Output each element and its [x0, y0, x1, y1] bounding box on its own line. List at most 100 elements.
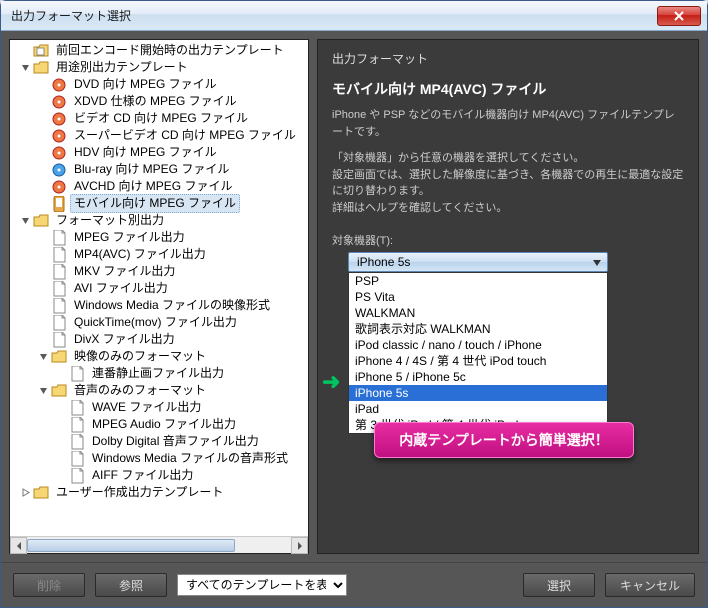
- twisty-placeholder: [38, 300, 49, 311]
- combo-option[interactable]: WALKMAN: [349, 305, 607, 321]
- tree-item[interactable]: Windows Media ファイルの映像形式: [10, 297, 308, 314]
- tree-item-label: QuickTime(mov) ファイル出力: [74, 315, 237, 329]
- tree-item[interactable]: 音声のみのフォーマット: [10, 382, 308, 399]
- tree-item-label: Blu-ray 向け MPEG ファイル: [74, 162, 229, 176]
- tree-item-label: スーパービデオ CD 向け MPEG ファイル: [74, 128, 296, 142]
- window-title: 出力フォーマット選択: [11, 7, 657, 24]
- template-tree[interactable]: 前回エンコード開始時の出力テンプレート用途別出力テンプレート DVD 向け MPE…: [10, 40, 308, 536]
- twisty-placeholder: [38, 181, 49, 192]
- tree-item-label: ビデオ CD 向け MPEG ファイル: [74, 111, 248, 125]
- file-icon: [51, 230, 67, 246]
- tree-item-label: AVI ファイル出力: [74, 281, 168, 295]
- target-device-combo[interactable]: iPhone 5s: [348, 252, 608, 272]
- tree-item[interactable]: ユーザー作成出力テンプレート: [10, 484, 308, 501]
- disc-red-icon: [51, 145, 67, 161]
- tree-item[interactable]: DivX ファイル出力: [10, 331, 308, 348]
- tree-item[interactable]: QuickTime(mov) ファイル出力: [10, 314, 308, 331]
- tree-item[interactable]: 映像のみのフォーマット: [10, 348, 308, 365]
- delete-button[interactable]: 削除: [13, 573, 85, 597]
- combo-option[interactable]: iPhone 5 / iPhone 5c: [349, 369, 607, 385]
- twisty-placeholder: [38, 96, 49, 107]
- twisty-placeholder: [20, 45, 31, 56]
- tree-item[interactable]: DVD 向け MPEG ファイル: [10, 76, 308, 93]
- tree-item[interactable]: Blu-ray 向け MPEG ファイル: [10, 161, 308, 178]
- twisty-toggle-icon[interactable]: [20, 215, 31, 226]
- folder-icon: [33, 213, 49, 229]
- twisty-toggle-icon[interactable]: [20, 62, 31, 73]
- combo-option[interactable]: iPhone 5s: [349, 385, 607, 401]
- combo-option[interactable]: iPad: [349, 401, 607, 417]
- combo-option[interactable]: iPod classic / nano / touch / iPhone: [349, 337, 607, 353]
- close-button[interactable]: [657, 6, 701, 26]
- tree-item[interactable]: MPEG Audio ファイル出力: [10, 416, 308, 433]
- horizontal-scrollbar[interactable]: [10, 536, 308, 553]
- tree-item-label: 連番静止画ファイル出力: [92, 366, 224, 380]
- scroll-thumb[interactable]: [27, 539, 235, 552]
- tree-item[interactable]: フォーマット別出力: [10, 212, 308, 229]
- twisty-placeholder: [56, 368, 67, 379]
- tree-item-label: MKV ファイル出力: [74, 264, 175, 278]
- combo-option[interactable]: PS Vita: [349, 289, 607, 305]
- tree-item[interactable]: 用途別出力テンプレート: [10, 59, 308, 76]
- twisty-placeholder: [56, 470, 67, 481]
- template-tree-panel: 前回エンコード開始時の出力テンプレート用途別出力テンプレート DVD 向け MPE…: [9, 39, 309, 554]
- twisty-placeholder: [56, 419, 67, 430]
- tree-item[interactable]: WAVE ファイル出力: [10, 399, 308, 416]
- promo-banner: 内蔵テンプレートから簡単選択！: [374, 422, 634, 458]
- tree-item[interactable]: ビデオ CD 向け MPEG ファイル: [10, 110, 308, 127]
- twisty-toggle-icon[interactable]: [20, 487, 31, 498]
- tree-item[interactable]: 前回エンコード開始時の出力テンプレート: [10, 42, 308, 59]
- twisty-placeholder: [38, 232, 49, 243]
- file-icon: [69, 434, 85, 450]
- cancel-button[interactable]: キャンセル: [605, 573, 695, 597]
- tree-item[interactable]: MP4(AVC) ファイル出力: [10, 246, 308, 263]
- select-button[interactable]: 選択: [523, 573, 595, 597]
- tree-item-label: Windows Media ファイルの映像形式: [74, 298, 270, 312]
- tree-item-label: HDV 向け MPEG ファイル: [74, 145, 217, 159]
- tree-item[interactable]: XDVD 仕様の MPEG ファイル: [10, 93, 308, 110]
- file-icon: [69, 400, 85, 416]
- twisty-placeholder: [38, 147, 49, 158]
- tree-item-label: 前回エンコード開始時の出力テンプレート: [56, 43, 284, 57]
- dialog-window: 出力フォーマット選択 前回エンコード開始時の出力テンプレート用途別出力テンプレー…: [0, 0, 708, 608]
- folder-icon: [51, 349, 67, 365]
- combo-option[interactable]: 歌詞表示対応 WALKMAN: [349, 321, 607, 337]
- twisty-toggle-icon[interactable]: [38, 351, 49, 362]
- twisty-placeholder: [38, 164, 49, 175]
- section-heading: 出力フォーマット: [332, 50, 684, 67]
- template-filter-select[interactable]: すべてのテンプレートを表示: [177, 574, 347, 596]
- target-device-label: 対象機器(T):: [332, 232, 684, 248]
- tree-item[interactable]: MPEG ファイル出力: [10, 229, 308, 246]
- twisty-placeholder: [38, 249, 49, 260]
- tree-item[interactable]: Dolby Digital 音声ファイル出力: [10, 433, 308, 450]
- tree-item[interactable]: スーパービデオ CD 向け MPEG ファイル: [10, 127, 308, 144]
- tree-item[interactable]: AIFF ファイル出力: [10, 467, 308, 484]
- combo-option[interactable]: PSP: [349, 273, 607, 289]
- twisty-toggle-icon[interactable]: [38, 385, 49, 396]
- tree-item[interactable]: 連番静止画ファイル出力: [10, 365, 308, 382]
- tree-item[interactable]: HDV 向け MPEG ファイル: [10, 144, 308, 161]
- tree-item[interactable]: AVI ファイル出力: [10, 280, 308, 297]
- tree-item-label: 用途別出力テンプレート: [56, 60, 188, 74]
- scroll-right-button[interactable]: [291, 537, 308, 554]
- twisty-placeholder: [38, 130, 49, 141]
- file-icon: [51, 281, 67, 297]
- disc-red-icon: [51, 111, 67, 127]
- combo-option[interactable]: iPhone 4 / 4S / 第 4 世代 iPod touch: [349, 353, 607, 369]
- format-detail-panel: 出力フォーマット モバイル向け MP4(AVC) ファイル iPhone や P…: [317, 39, 699, 554]
- tree-item[interactable]: MKV ファイル出力: [10, 263, 308, 280]
- browse-button[interactable]: 参照: [95, 573, 167, 597]
- file-icon: [51, 298, 67, 314]
- tree-item[interactable]: モバイル向け MPEG ファイル: [10, 195, 308, 212]
- twisty-placeholder: [38, 317, 49, 328]
- tree-item-label: モバイル向け MPEG ファイル: [74, 196, 236, 210]
- tree-item-label: MP4(AVC) ファイル出力: [74, 247, 206, 261]
- scroll-left-button[interactable]: [10, 537, 27, 554]
- tree-item-label: ユーザー作成出力テンプレート: [56, 485, 223, 499]
- target-device-listbox[interactable]: PSPPS VitaWALKMAN歌詞表示対応 WALKMANiPod clas…: [348, 272, 608, 434]
- disc-blue-icon: [51, 162, 67, 178]
- tree-item[interactable]: AVCHD 向け MPEG ファイル: [10, 178, 308, 195]
- dialog-body: 前回エンコード開始時の出力テンプレート用途別出力テンプレート DVD 向け MPE…: [1, 31, 707, 562]
- tree-item[interactable]: Windows Media ファイルの音声形式: [10, 450, 308, 467]
- tree-item-label: Dolby Digital 音声ファイル出力: [92, 434, 259, 448]
